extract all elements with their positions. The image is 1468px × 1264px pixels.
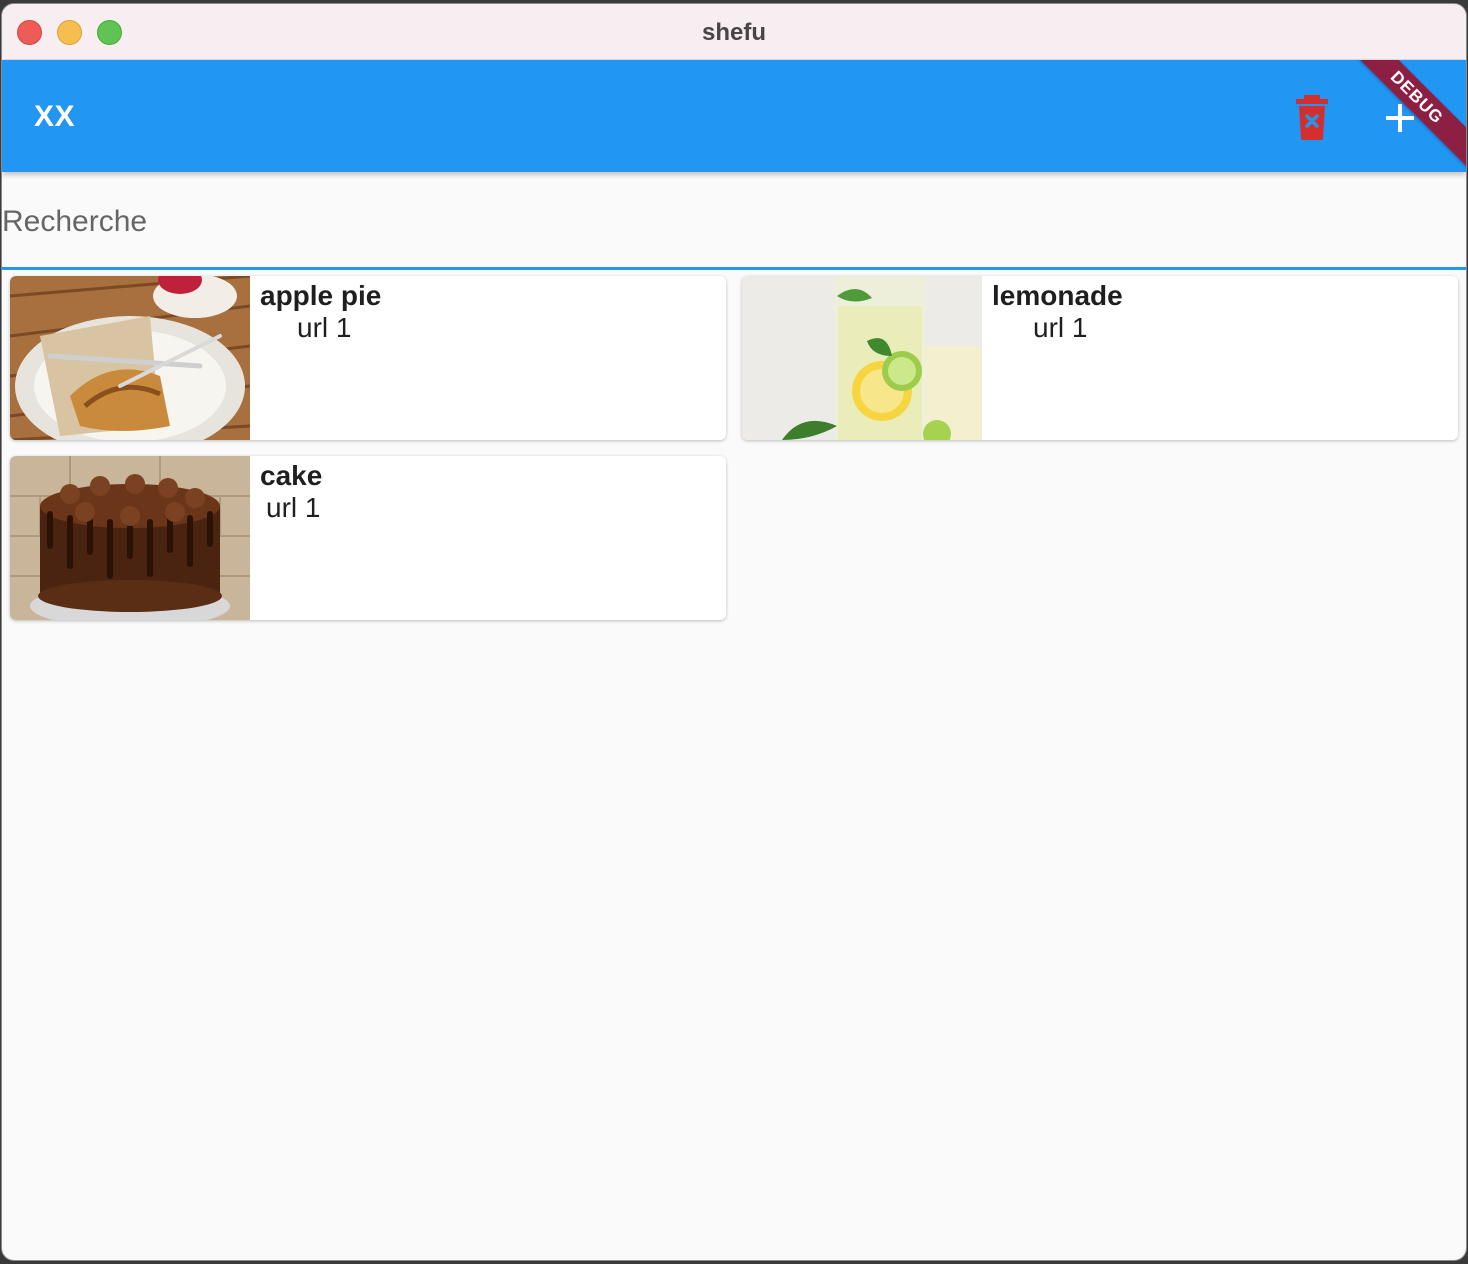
recipe-subtitle: url 1 xyxy=(297,312,352,343)
search-input[interactable] xyxy=(2,202,1466,242)
app-window: shefu XX DEBUG Recherche apple pie url 1… xyxy=(2,4,1466,1260)
recipe-subtitle: url 1 xyxy=(266,492,321,523)
app-bar-title: XX xyxy=(34,100,76,133)
recipe-image xyxy=(10,456,250,620)
recipe-image xyxy=(10,276,250,440)
delete-forever-icon xyxy=(1296,95,1328,140)
recipe-card-lemonade[interactable]: lemonade url 1 xyxy=(742,276,1458,440)
recipe-name: apple pie xyxy=(260,280,382,311)
recipe-name: lemonade xyxy=(992,280,1123,311)
window-titlebar[interactable]: shefu xyxy=(2,4,1466,60)
search-field xyxy=(2,172,1466,270)
recipe-subtitle: url 1 xyxy=(1033,312,1088,343)
delete-button[interactable] xyxy=(1290,94,1334,140)
window-title: shefu xyxy=(701,19,766,46)
recipe-card-cake[interactable]: cake url 1 xyxy=(10,456,726,620)
recipe-card-apple-pie[interactable]: apple pie url 1 xyxy=(10,276,726,440)
recipe-image xyxy=(742,276,982,440)
recipe-name: cake xyxy=(260,460,323,491)
app-bar: XX DEBUG xyxy=(2,60,1466,172)
